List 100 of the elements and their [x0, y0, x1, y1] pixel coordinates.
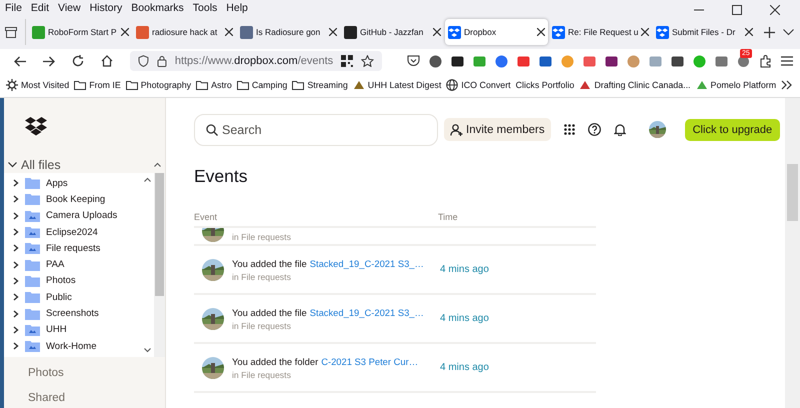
- sidebar-link[interactable]: Photos: [28, 367, 165, 379]
- extension-icon[interactable]: [605, 54, 618, 68]
- menu-item[interactable]: File: [5, 2, 22, 14]
- folder-item[interactable]: Apps: [4, 175, 154, 192]
- chevron-down-icon[interactable]: [783, 28, 794, 36]
- browser-tab[interactable]: Re: File Request u: [549, 19, 652, 45]
- folder-item[interactable]: PAA: [4, 256, 154, 273]
- folder-icon: [25, 242, 40, 254]
- close-icon[interactable]: [121, 28, 129, 36]
- star-icon[interactable]: [361, 55, 374, 67]
- bookmark-item[interactable]: UHH Latest Digest: [352, 79, 442, 91]
- extension-icon[interactable]: [539, 54, 552, 68]
- help-icon[interactable]: [588, 123, 601, 136]
- tab-list-icon[interactable]: [5, 26, 17, 38]
- extension-icon[interactable]: [451, 54, 464, 68]
- folder-icon: [25, 177, 40, 190]
- close-icon[interactable]: [770, 4, 780, 14]
- close-icon[interactable]: [225, 28, 233, 36]
- bookmark-item[interactable]: Pomelo Platform: [696, 79, 776, 91]
- apps-grid-icon[interactable]: [564, 124, 575, 135]
- bookmark-item[interactable]: Photography: [126, 80, 192, 90]
- browser-tab[interactable]: GitHub - Jazzfan: [341, 19, 444, 45]
- bell-icon[interactable]: [614, 123, 626, 136]
- bookmark-item[interactable]: Clicks Portfolio: [516, 80, 574, 90]
- new-tab-icon[interactable]: [764, 26, 775, 38]
- shield-icon[interactable]: [138, 55, 149, 67]
- bookmark-item[interactable]: Camping: [236, 80, 288, 90]
- reload-icon[interactable]: [72, 55, 84, 67]
- bookmark-item[interactable]: From IE: [74, 80, 121, 90]
- folder-item[interactable]: UHH: [4, 322, 154, 338]
- page-title: Events: [194, 166, 248, 187]
- event-location: in File requests: [232, 232, 291, 242]
- folder-item[interactable]: Work-Home: [4, 338, 154, 354]
- menu-icon[interactable]: [781, 56, 793, 66]
- bookmark-item[interactable]: ICO Convert: [446, 79, 511, 91]
- close-icon[interactable]: [745, 28, 753, 36]
- folder-item[interactable]: Book Keeping: [4, 191, 154, 208]
- invite-members-button[interactable]: Invite members: [444, 118, 551, 141]
- home-icon[interactable]: [101, 55, 113, 67]
- scroll-up-icon[interactable]: [154, 162, 161, 167]
- menu-item[interactable]: View: [58, 2, 81, 14]
- menu-item[interactable]: Help: [226, 2, 248, 14]
- close-icon[interactable]: [329, 28, 337, 36]
- scroll-up-icon[interactable]: [144, 177, 151, 182]
- folder-item[interactable]: Screenshots: [4, 305, 154, 322]
- folder-icon: [25, 210, 40, 222]
- pocket-icon[interactable]: [407, 55, 420, 67]
- event-description: You added the folder: [232, 356, 318, 366]
- search-field[interactable]: Search: [194, 114, 438, 146]
- folder-item[interactable]: File requests: [4, 240, 154, 256]
- sidebar-link[interactable]: Shared: [28, 392, 165, 404]
- extension-icon[interactable]: [429, 54, 442, 68]
- bookmark-item[interactable]: Astro: [196, 80, 232, 90]
- file-link[interactable]: C-2021 S3 Peter Cur…: [321, 356, 418, 366]
- folder-icon: [25, 340, 40, 352]
- bookmark-item[interactable]: Streaming: [292, 80, 348, 90]
- dropbox-logo[interactable]: [25, 117, 47, 137]
- browser-tab[interactable]: RoboForm Start P: [29, 19, 132, 45]
- browser-tab[interactable]: Submit Files - Dr: [653, 19, 756, 45]
- file-link[interactable]: Stacked_19_C-2021 S3_…: [310, 306, 424, 318]
- close-icon[interactable]: [433, 28, 441, 36]
- browser-tab[interactable]: Dropbox: [445, 19, 548, 45]
- favicon-icon: [448, 26, 461, 38]
- menu-item[interactable]: Edit: [30, 2, 50, 14]
- upgrade-button[interactable]: Click to upgrade: [684, 118, 780, 140]
- all-files-header[interactable]: All files: [8, 158, 61, 172]
- close-icon[interactable]: [537, 28, 545, 36]
- folder-item[interactable]: Photos: [4, 272, 154, 290]
- back-icon[interactable]: [14, 56, 26, 66]
- menu-item[interactable]: Bookmarks: [131, 2, 184, 14]
- chevron-icon[interactable]: [8, 160, 17, 169]
- scrollbar-thumb[interactable]: [155, 173, 164, 296]
- browser-tab[interactable]: radiosure hack at: [133, 19, 236, 45]
- folder-item[interactable]: Public: [4, 289, 154, 306]
- qr-code-icon[interactable]: [341, 55, 354, 67]
- column-header[interactable]: Event: [194, 212, 438, 226]
- column-header[interactable]: Time: [438, 212, 458, 226]
- extension-icon[interactable]: [671, 54, 684, 68]
- folder-icon: [292, 80, 304, 90]
- menu-item[interactable]: Tools: [192, 2, 218, 14]
- scrollbar-thumb[interactable]: [787, 164, 798, 221]
- favicon-icon: [656, 26, 669, 38]
- favicon-icon: [136, 26, 149, 38]
- chevron-double-icon[interactable]: [781, 80, 792, 90]
- scroll-down-icon[interactable]: [144, 348, 151, 353]
- folder-icon: [25, 226, 40, 238]
- browser-tab[interactable]: Is Radiosure gon: [237, 19, 340, 45]
- menu-item[interactable]: History: [90, 2, 122, 14]
- folder-item[interactable]: Eclipse2024: [4, 224, 154, 240]
- puzzle-icon[interactable]: [759, 54, 772, 68]
- folder-item[interactable]: Camera Uploads: [4, 208, 154, 224]
- maximize-icon[interactable]: [732, 4, 742, 14]
- bookmark-item[interactable]: Most Visited: [6, 79, 70, 91]
- forward-icon[interactable]: [43, 56, 55, 66]
- address-bar[interactable]: https://www.dropbox.com/events: [130, 51, 382, 71]
- event-location: in File requests: [232, 370, 292, 380]
- file-link[interactable]: Stacked_19_C-2021 S3_…: [310, 258, 424, 268]
- close-icon[interactable]: [641, 28, 650, 36]
- folder-icon: [25, 291, 40, 304]
- bookmark-item[interactable]: Drafting Clinic Canada...: [579, 79, 691, 91]
